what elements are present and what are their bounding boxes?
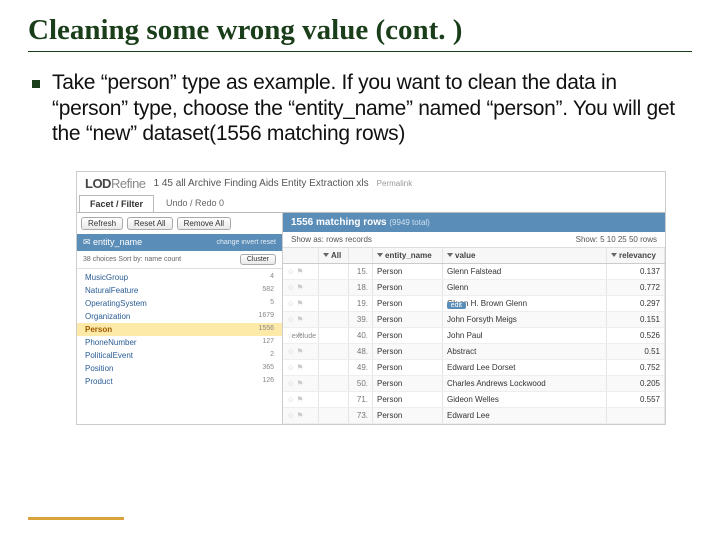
app-logo: LODRefine [85,176,146,191]
column-value[interactable]: value [443,248,607,263]
file-title: 1 45 all Archive Finding Aids Entity Ext… [154,178,369,189]
bullet-icon [32,80,40,88]
flag-icon[interactable]: ⚑ [296,411,303,420]
slide-body-text: Take “person” type as example. If you wa… [52,70,684,147]
tab-facet-filter[interactable]: Facet / Filter [79,195,154,212]
facet-list: MusicGroup4NaturalFeature582OperatingSys… [77,269,282,390]
table-row[interactable]: ☆ ⚑18.PersonGlenn0.772 [283,280,665,296]
star-icon[interactable]: ☆ [287,411,294,420]
flag-icon[interactable]: ⚑ [296,395,303,404]
data-grid-panel: 1556 matching rows (9949 total) Show as:… [283,213,665,424]
matching-rows-header: 1556 matching rows (9949 total) [283,213,665,232]
remove-all-button[interactable]: Remove All [177,217,231,230]
facet-item-person[interactable]: Person1556exclude [77,323,282,336]
facet-item-phonenumber[interactable]: PhoneNumber127 [77,336,282,349]
slide-title: Cleaning some wrong value (cont. ) [28,14,692,52]
flag-icon[interactable]: ⚑ [296,299,303,308]
show-as-control[interactable]: Show as: rows records [291,235,372,244]
column-all[interactable]: All [319,248,349,263]
lodrefine-screenshot: LODRefine 1 45 all Archive Finding Aids … [76,171,666,425]
cluster-button[interactable]: Cluster [240,254,276,265]
facet-item-naturalfeature[interactable]: NaturalFeature582 [77,284,282,297]
exclude-link[interactable]: exclude [292,333,316,340]
flag-icon[interactable]: ⚑ [296,315,303,324]
table-row[interactable]: ☆ ⚑48.PersonAbstract0.51 [283,344,665,360]
facet-item-organization[interactable]: Organization1679 [77,310,282,323]
star-icon[interactable]: ☆ [287,283,294,292]
permalink-link[interactable]: Permalink [377,179,413,188]
star-icon[interactable]: ☆ [287,315,294,324]
table-row[interactable]: ☆ ⚑39.PersonJohn Forsyth Meigs0.151 [283,312,665,328]
chevron-down-icon [377,253,383,257]
flag-icon[interactable]: ⚑ [296,267,303,276]
star-icon[interactable]: ☆ [287,347,294,356]
column-entity-name[interactable]: entity_name [373,248,443,263]
facet-item-musicgroup[interactable]: MusicGroup4 [77,271,282,284]
table-row[interactable]: ☆ ⚑50.PersonCharles Andrews Lockwood0.20… [283,376,665,392]
facet-item-operatingsystem[interactable]: OperatingSystem5 [77,297,282,310]
show-count-control[interactable]: Show: 5 10 25 50 rows [576,235,657,244]
table-header: All entity_name value relevancy [283,248,665,264]
table-row[interactable]: ☆ ⚑40.PersonJohn Paul0.526 [283,328,665,344]
table-row[interactable]: ☆ ⚑71.PersonGideon Welles0.557 [283,392,665,408]
star-icon[interactable]: ☆ [287,363,294,372]
table-row[interactable]: ☆ ⚑19.PersoneditGlenn H. Brown Glenn0.29… [283,296,665,312]
refresh-button[interactable]: Refresh [81,217,123,230]
tab-undo-redo[interactable]: Undo / Redo 0 [156,195,234,212]
reset-all-button[interactable]: Reset All [127,217,173,230]
facet-panel: Refresh Reset All Remove All ✉ entity_na… [77,213,283,424]
star-icon[interactable]: ☆ [287,395,294,404]
flag-icon[interactable]: ⚑ [296,363,303,372]
table-row[interactable]: ☆ ⚑49.PersonEdward Lee Dorset0.752 [283,360,665,376]
chevron-down-icon [447,253,453,257]
star-icon[interactable]: ☆ [287,299,294,308]
facet-choices-label: 38 choices Sort by: name count [83,256,181,263]
chevron-down-icon [611,253,617,257]
flag-icon[interactable]: ⚑ [296,347,303,356]
star-icon[interactable]: ☆ [287,379,294,388]
edit-pill[interactable]: edit [447,302,466,309]
column-relevancy[interactable]: relevancy [607,248,665,263]
facet-item-product[interactable]: Product126 [77,375,282,388]
facet-controls[interactable]: change invert reset [216,239,276,246]
facet-item-position[interactable]: Position365 [77,362,282,375]
flag-icon[interactable]: ⚑ [296,283,303,292]
chevron-down-icon [323,253,329,257]
flag-icon[interactable]: ⚑ [296,379,303,388]
star-icon[interactable]: ☆ [287,267,294,276]
facet-header: ✉ entity_name change invert reset [77,234,282,251]
accent-divider [28,517,124,520]
table-row[interactable]: ☆ ⚑73.PersonEdward Lee [283,408,665,424]
facet-item-politicalevent[interactable]: PoliticalEvent2 [77,349,282,362]
table-row[interactable]: ☆ ⚑15.PersonGlenn Falstead0.137 [283,264,665,280]
facet-name: ✉ entity_name [83,237,142,248]
